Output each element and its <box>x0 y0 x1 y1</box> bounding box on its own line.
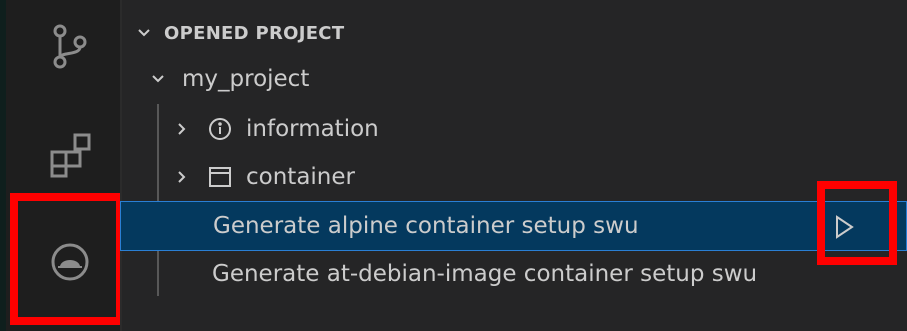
tree-item-generate-alpine[interactable]: Generate alpine container setup swu <box>120 201 907 251</box>
chevron-down-icon <box>132 21 156 45</box>
project-name: my_project <box>182 66 310 92</box>
tree-item-label: information <box>246 116 379 142</box>
chevron-right-icon <box>170 117 194 141</box>
source-control-icon[interactable] <box>42 18 98 74</box>
activity-bar <box>0 0 124 331</box>
activity-bar-edge <box>0 0 6 331</box>
info-icon <box>208 117 232 141</box>
chevron-down-icon <box>146 67 170 91</box>
tree-item-generate-debian[interactable]: Generate at-debian-image container setup… <box>120 249 907 299</box>
extensions-icon[interactable] <box>42 126 98 182</box>
tree-item-label: Generate alpine container setup swu <box>213 213 639 239</box>
tree-item-label: Generate at-debian-image container setup… <box>212 261 758 287</box>
section-title: OPENED PROJECT <box>164 22 345 44</box>
window-icon <box>208 165 232 189</box>
tree-item-project[interactable]: my_project <box>120 54 907 104</box>
annotation-highlight-box <box>817 181 897 265</box>
tree-item-container[interactable]: container <box>120 152 907 202</box>
annotation-highlight-box <box>10 193 124 325</box>
explorer-panel: OPENED PROJECT my_project information co… <box>120 0 907 331</box>
chevron-right-icon <box>170 165 194 189</box>
section-header[interactable]: OPENED PROJECT <box>120 8 907 58</box>
tree-item-information[interactable]: information <box>120 104 907 154</box>
tree-item-label: container <box>246 164 355 190</box>
